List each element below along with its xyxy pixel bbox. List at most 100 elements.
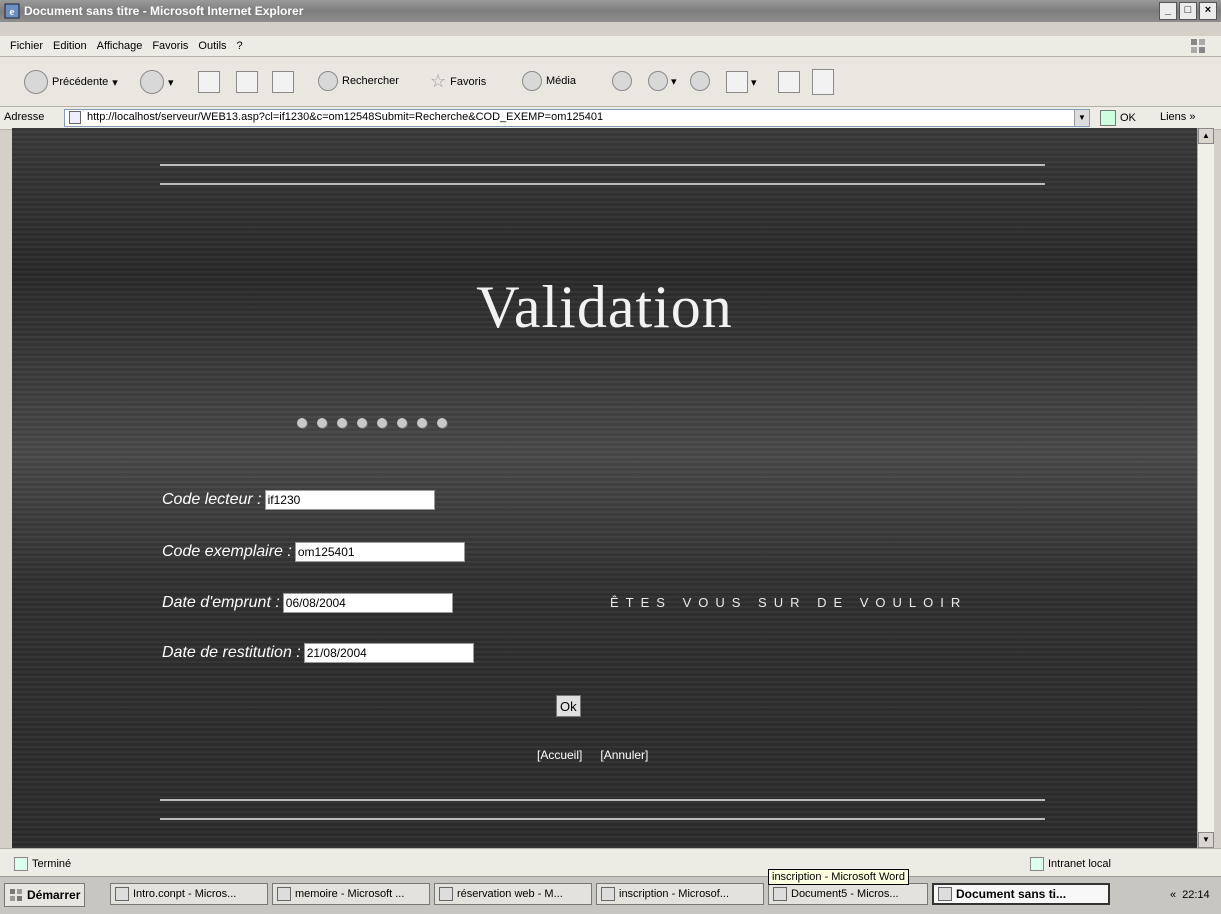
task-label: Document sans ti...	[956, 887, 1067, 901]
refresh-icon	[236, 71, 258, 93]
search-icon	[318, 71, 338, 91]
internet-explorer-icon: e	[4, 3, 20, 19]
messenger-button[interactable]	[812, 69, 834, 95]
task-inscription[interactable]: inscription - Microsof...	[596, 883, 764, 905]
go-label: OK	[1120, 112, 1136, 124]
task-reservation-web[interactable]: réservation web - M...	[434, 883, 592, 905]
bottom-divider-2	[160, 818, 1045, 820]
code-lecteur-label: Code lecteur :	[162, 491, 262, 508]
internet-explorer-icon	[938, 887, 952, 901]
windows-logo-icon	[10, 889, 22, 901]
address-bar: Adresse http://localhost/serveur/WEB13.a…	[0, 106, 1221, 130]
media-icon	[522, 71, 542, 91]
print-button[interactable]	[690, 71, 710, 91]
favorites-button[interactable]: ☆ Favoris	[430, 71, 486, 92]
menu-bar: Fichier Edition Affichage Favoris Outils…	[0, 36, 1221, 56]
word-icon	[115, 887, 129, 901]
stop-button[interactable]	[198, 71, 220, 93]
accueil-link[interactable]: [Accueil]	[537, 748, 582, 762]
code-exemplaire-input[interactable]	[294, 542, 465, 562]
taskbar: Démarrer Intro.conpt - Micros... memoire…	[0, 876, 1221, 914]
status-bar: Terminé Intranet local	[0, 848, 1221, 877]
word-icon	[726, 71, 748, 93]
go-button[interactable]: OK	[1100, 110, 1136, 126]
back-label: Précédente	[52, 76, 109, 88]
media-button[interactable]: Média	[522, 71, 576, 91]
mail-button[interactable]: ▾	[648, 71, 677, 91]
task-label: Document5 - Micros...	[791, 888, 899, 900]
search-label: Rechercher	[342, 75, 399, 87]
task-memoire[interactable]: memoire - Microsoft ...	[272, 883, 430, 905]
date-emprunt-label: Date d'emprunt :	[162, 594, 280, 611]
forward-button[interactable]: ▾	[140, 70, 174, 94]
annuler-link[interactable]: [Annuler]	[600, 748, 648, 762]
window-title: Document sans titre - Microsoft Internet…	[24, 4, 304, 18]
top-divider	[160, 164, 1045, 166]
field-date-restitution: Date de restitution :	[162, 643, 474, 663]
history-button[interactable]	[612, 71, 632, 91]
date-restitution-label: Date de restitution :	[162, 644, 301, 661]
links-button[interactable]: Liens »	[1160, 111, 1195, 123]
field-code-exemplaire: Code exemplaire :	[162, 542, 465, 562]
status-text: Terminé	[32, 858, 72, 870]
task-document5[interactable]: Document5 - Micros...	[768, 883, 928, 905]
back-arrow-icon	[24, 70, 48, 94]
mail-icon	[648, 71, 668, 91]
word-icon	[773, 887, 787, 901]
back-button[interactable]: Précédente ▾	[24, 70, 118, 94]
task-label: inscription - Microsof...	[619, 888, 730, 900]
address-dropdown-icon[interactable]: ▼	[1074, 110, 1089, 126]
chevron-down-icon: ▾	[751, 76, 757, 89]
chevron-down-icon: ▾	[112, 76, 118, 89]
menu-help[interactable]: ?	[237, 40, 243, 52]
address-url: http://localhost/serveur/WEB13.asp?cl=if…	[87, 111, 604, 123]
home-icon	[272, 71, 294, 93]
favorites-label: Favoris	[450, 75, 487, 88]
date-emprunt-input[interactable]	[282, 593, 453, 613]
menu-fichier[interactable]: Fichier	[10, 40, 43, 52]
menu-affichage[interactable]: Affichage	[97, 40, 143, 52]
word-icon	[601, 887, 615, 901]
research-icon	[812, 69, 834, 95]
page-done-icon	[14, 857, 28, 871]
field-code-lecteur: Code lecteur :	[162, 490, 435, 510]
media-label: Média	[546, 75, 576, 87]
menu-edition[interactable]: Edition	[53, 40, 87, 52]
discuss-button[interactable]	[778, 71, 800, 93]
minimize-button[interactable]: _	[1159, 2, 1177, 20]
home-button[interactable]	[272, 71, 294, 93]
task-intro-conpt[interactable]: Intro.conpt - Micros...	[110, 883, 268, 905]
system-tray: « 22:14	[1170, 889, 1210, 901]
start-button[interactable]: Démarrer	[4, 883, 86, 907]
stop-icon	[198, 71, 220, 93]
start-label: Démarrer	[27, 888, 81, 902]
vertical-scrollbar[interactable]: ▲ ▼	[1197, 128, 1214, 848]
menu-favoris[interactable]: Favoris	[152, 40, 188, 52]
word-icon	[277, 887, 291, 901]
field-date-emprunt: Date d'emprunt :	[162, 593, 453, 613]
chevron-down-icon: ▾	[168, 76, 174, 89]
task-label: memoire - Microsoft ...	[295, 888, 405, 900]
maximize-button[interactable]: □	[1179, 2, 1197, 20]
task-document-sans-titre[interactable]: Document sans ti...	[932, 883, 1110, 905]
ok-button[interactable]: Ok	[556, 695, 581, 717]
refresh-button[interactable]	[236, 71, 258, 93]
chevron-down-icon: ▾	[671, 75, 677, 88]
forward-arrow-icon	[140, 70, 164, 94]
close-button[interactable]: ×	[1199, 2, 1217, 20]
tray-chevron[interactable]: «	[1170, 889, 1176, 901]
window-title-bar[interactable]: e Document sans titre - Microsoft Intern…	[0, 0, 1221, 22]
menu-outils[interactable]: Outils	[198, 40, 226, 52]
date-restitution-input[interactable]	[303, 643, 474, 663]
print-icon	[690, 71, 710, 91]
edit-button[interactable]: ▾	[726, 71, 757, 93]
taskbar-tooltip: inscription - Microsoft Word	[768, 869, 910, 885]
star-icon: ☆	[430, 71, 447, 91]
confirm-message: ÊTES VOUS SUR DE VOULOIR	[610, 595, 968, 610]
clock[interactable]: 22:14	[1182, 889, 1210, 901]
search-button[interactable]: Rechercher	[318, 71, 399, 91]
scroll-down-icon[interactable]: ▼	[1198, 832, 1214, 848]
address-input[interactable]: http://localhost/serveur/WEB13.asp?cl=if…	[64, 109, 1090, 127]
scroll-up-icon[interactable]: ▲	[1198, 128, 1214, 144]
code-lecteur-input[interactable]	[264, 490, 435, 510]
